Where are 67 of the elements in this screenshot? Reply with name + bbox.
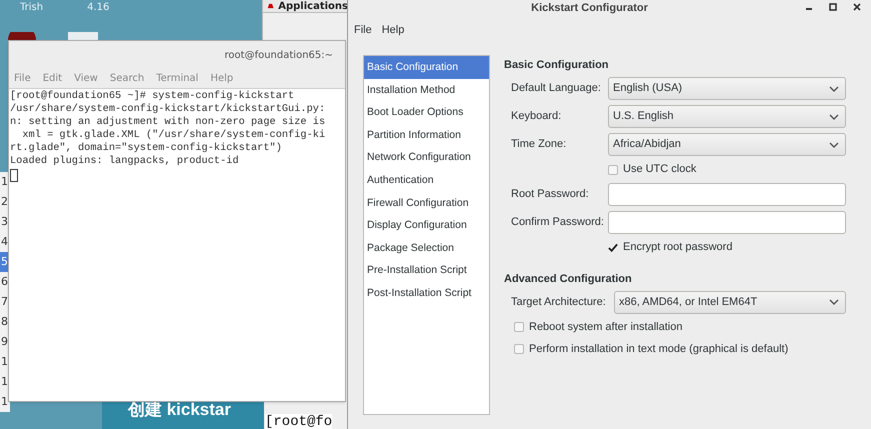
checkbox[interactable] xyxy=(608,242,618,252)
line-number: 1 xyxy=(0,394,8,410)
line-number: 4 xyxy=(0,234,8,250)
chevron-down-icon xyxy=(829,142,839,148)
terminal-line: /usr/share/system-config-kickstart/kickstartGui.py: xyxy=(10,103,326,116)
field-label: Time Zone: xyxy=(510,137,568,152)
sidebar-item[interactable]: Installation Method xyxy=(364,78,489,102)
desktop-label: 4.16 xyxy=(87,1,110,15)
window-title: root@foundation65:~ xyxy=(224,48,333,62)
line-number: 1 xyxy=(0,174,8,190)
checkbox[interactable] xyxy=(514,322,524,332)
sidebar-item[interactable]: Network Configuration xyxy=(364,146,489,169)
checkbox-label: Use UTC clock xyxy=(623,162,696,178)
chevron-down-icon xyxy=(829,114,839,120)
field-label: Default Language: xyxy=(510,81,602,96)
line-number: 6 xyxy=(0,274,8,290)
line-number: 1 xyxy=(0,374,8,390)
maximize-icon[interactable] xyxy=(829,3,837,11)
sidebar-item[interactable]: Authentication xyxy=(364,168,489,192)
sidebar-item[interactable]: Post-Installation Script xyxy=(364,282,489,305)
sidebar-item[interactable]: Basic Configuration xyxy=(364,56,489,79)
field-label: Target Architecture: xyxy=(510,294,607,310)
dropdown[interactable]: English (USA) xyxy=(608,77,846,100)
line-number: 8 xyxy=(0,314,8,330)
banner-title: 创建 kickstar xyxy=(128,399,231,421)
dropdown[interactable]: x86, AMD64, or Intel EM64T xyxy=(614,290,846,314)
checkbox-label: Perform installation in text mode (graphical is default) xyxy=(529,342,788,357)
sidebar-item[interactable]: Display Configuration xyxy=(364,214,489,237)
chevron-down-icon xyxy=(829,299,839,305)
close-icon[interactable] xyxy=(853,3,861,11)
hat-icon xyxy=(267,2,274,10)
window-title: Kickstart Configurator xyxy=(531,1,648,16)
menu-item[interactable]: File xyxy=(354,22,372,39)
sidebar-item[interactable]: Boot Loader Options xyxy=(364,101,489,124)
field-label: Keyboard: xyxy=(510,109,562,124)
line-number: 7 xyxy=(0,294,8,310)
sidebar-item[interactable]: Firewall Configuration xyxy=(364,192,489,214)
desktop-label: Trish xyxy=(20,1,44,15)
terminal-line: rt.glade", domain="system-config-kickstart") xyxy=(10,142,283,155)
line-number: 5 xyxy=(0,252,8,272)
terminal-line: xml = gtk.glade.XML ("/usr/share/system-config-ki xyxy=(21,129,326,142)
password-field[interactable] xyxy=(608,183,846,206)
chevron-down-icon xyxy=(829,86,839,92)
terminal-text: [root@fo xyxy=(265,414,332,429)
section-heading: Advanced Configuration xyxy=(504,272,633,286)
sidebar-item[interactable]: Package Selection xyxy=(364,236,489,260)
checkbox[interactable] xyxy=(514,344,524,354)
dropdown[interactable]: Africa/Abidjan xyxy=(608,133,846,156)
checkbox-label: Encrypt root password xyxy=(623,240,732,256)
checkbox[interactable] xyxy=(608,164,618,174)
checkbox-label: Reboot system after installation xyxy=(529,320,682,335)
password-field[interactable] xyxy=(608,211,846,234)
line-number: 2 xyxy=(0,194,8,210)
terminal-line: Loaded plugins: langpacks, product-id xyxy=(10,155,240,168)
menu-item[interactable]: Help xyxy=(382,22,404,39)
sidebar-item[interactable]: Pre-Installation Script xyxy=(364,259,489,282)
terminal-line: n: setting an adjustment with non-zero page size is xyxy=(10,116,326,129)
line-number: 9 xyxy=(0,334,8,350)
field-label: Confirm Password: xyxy=(510,215,605,230)
dropdown[interactable]: U.S. English xyxy=(608,105,846,128)
line-number: 3 xyxy=(0,214,8,230)
sidebar-item[interactable]: Partition Information xyxy=(364,124,489,146)
section-heading: Basic Configuration xyxy=(504,58,610,73)
field-label: Root Password: xyxy=(510,187,590,202)
line-number: 1 xyxy=(0,354,8,370)
terminal-line: [root@foundation65 ~]# system-config-kickstart xyxy=(10,90,296,103)
cursor-icon xyxy=(10,169,18,182)
